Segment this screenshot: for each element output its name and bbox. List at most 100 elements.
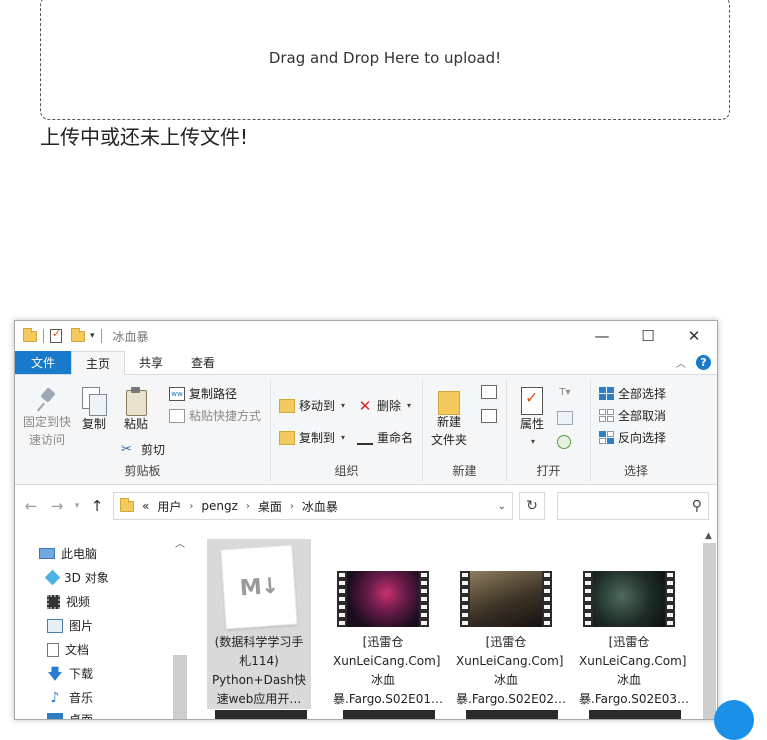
tab-home[interactable]: 主页 <box>71 351 126 375</box>
invert-selection-button[interactable]: 反向选择 <box>599 429 666 446</box>
up-arrow-icon[interactable]: ↑ <box>87 497 107 515</box>
dropdown-arrow-icon: ▾ <box>530 437 535 446</box>
new-group-label: 新建 <box>452 464 477 478</box>
nav-item-label: 3D 对象 <box>64 571 109 585</box>
nav-scrollbar[interactable] <box>173 655 187 719</box>
file-item[interactable]: [迅雷仓XunLeiCang.Com]冰血暴.Fargo.S02E01… <box>331 539 443 709</box>
dropdown-arrow-icon: ▾ <box>341 401 346 410</box>
file-name: [迅雷仓XunLeiCang.Com]冰血暴.Fargo.S02E02… <box>456 635 566 706</box>
organize-group-label: 组织 <box>334 464 359 478</box>
recent-locations-chevron-icon[interactable]: ▾ <box>73 501 81 511</box>
file-item[interactable]: [迅雷仓XunLeiCang.Com]冰血暴.Fargo.S02E03… <box>577 539 689 709</box>
folder-icon[interactable] <box>23 327 37 342</box>
invert-selection-label: 反向选择 <box>618 431 667 445</box>
breadcrumb-pengz[interactable]: pengz <box>201 499 238 513</box>
new-item-icon[interactable] <box>481 385 497 399</box>
paste-shortcut-button[interactable]: 粘贴快捷方式 <box>169 407 261 424</box>
nav-item-videos[interactable]: 视频 <box>47 593 90 610</box>
nav-item-this-pc[interactable]: 此电脑 <box>39 545 97 562</box>
paste-shortcut-label: 粘贴快捷方式 <box>189 409 262 423</box>
nav-item-music[interactable]: ♪ 音乐 <box>47 689 93 706</box>
select-group: 全部选择 全部取消 反向选择 选择 <box>591 379 681 481</box>
tab-view[interactable]: 查看 <box>177 351 229 374</box>
file-view[interactable]: M↓ (数据科学学习手札114) Python+Dash快速web应用开… [迅… <box>207 527 717 719</box>
forward-arrow-icon[interactable]: → <box>47 497 67 515</box>
copy-button[interactable]: 复制 <box>79 387 109 433</box>
cut-button[interactable]: ✂ 剪切 <box>121 441 165 458</box>
rename-icon <box>357 431 373 445</box>
paste-button[interactable]: 粘贴 <box>121 387 151 433</box>
select-none-button[interactable]: 全部取消 <box>599 407 666 424</box>
breadcrumb-current[interactable]: 冰血暴 <box>302 498 338 515</box>
move-to-icon <box>279 398 295 413</box>
copy-to-button[interactable]: 复制到 ▾ <box>279 429 345 446</box>
easy-access-icon[interactable] <box>481 409 497 423</box>
breadcrumb-desktop[interactable]: 桌面 <box>258 498 282 515</box>
help-icon[interactable]: ? <box>696 355 711 370</box>
chevron-right-icon[interactable]: › <box>246 501 250 512</box>
open-group-label: 打开 <box>536 464 561 478</box>
nav-item-pictures[interactable]: 图片 <box>47 617 93 634</box>
customize-toolbar-chevron-icon[interactable]: ▾ <box>90 331 95 341</box>
copy-icon <box>82 387 107 416</box>
open-icon[interactable]: T▾ <box>557 387 573 401</box>
collapse-ribbon-chevron-icon[interactable]: ︿ <box>676 355 686 370</box>
move-to-button[interactable]: 移动到 ▾ <box>279 397 345 414</box>
delete-button[interactable]: ✕ 删除 ▾ <box>357 397 411 414</box>
copy-path-icon: ww <box>169 386 185 401</box>
next-row-thumbnail[interactable] <box>466 710 558 719</box>
maximize-button[interactable]: ☐ <box>625 321 671 351</box>
select-group-label: 选择 <box>623 464 648 478</box>
nav-item-downloads[interactable]: 🡇 下载 <box>47 665 93 682</box>
tab-share[interactable]: 共享 <box>125 351 177 374</box>
dropdown-arrow-icon: ▾ <box>341 433 346 442</box>
select-all-button[interactable]: 全部选择 <box>599 385 666 402</box>
close-button[interactable]: ✕ <box>671 321 717 351</box>
content-scrollbar[interactable]: ▲ <box>702 527 717 719</box>
pin-to-quick-access-button[interactable]: 固定到快速访问 <box>21 387 73 449</box>
nav-item-desktop[interactable]: 桌面 <box>47 711 93 719</box>
search-input[interactable]: ⚲ <box>557 492 709 520</box>
refresh-button[interactable]: ↻ <box>519 492 545 520</box>
scroll-up-icon[interactable]: ▲ <box>705 531 712 541</box>
nav-item-label: 文档 <box>65 643 90 657</box>
chevron-right-icon[interactable]: › <box>290 501 294 512</box>
file-item[interactable]: [迅雷仓XunLeiCang.Com]冰血暴.Fargo.S02E02… <box>454 539 566 709</box>
navigation-pane[interactable]: ︿ 此电脑 3D 对象 视频 图片 文档 🡇 下载 ♪ 音乐 桌面 <box>15 527 193 719</box>
next-row-thumbnail[interactable] <box>215 710 307 719</box>
select-none-label: 全部取消 <box>618 409 667 423</box>
address-bar[interactable]: « 用户 › pengz › 桌面 › 冰血暴 ⌄ <box>113 492 513 520</box>
rename-button[interactable]: 重命名 <box>357 429 413 446</box>
nav-item-documents[interactable]: 文档 <box>47 641 89 658</box>
floating-action-button[interactable] <box>714 700 754 740</box>
breadcrumb-users[interactable]: 用户 <box>157 498 181 515</box>
new-folder-icon[interactable] <box>71 327 85 342</box>
properties-icon[interactable] <box>50 327 62 343</box>
minimize-button[interactable]: — <box>579 321 625 351</box>
file-item[interactable]: M↓ (数据科学学习手札114) Python+Dash快速web应用开… <box>207 539 311 709</box>
properties-button[interactable]: 属性 ▾ <box>515 387 549 451</box>
nav-item-3d-objects[interactable]: 3D 对象 <box>44 569 109 586</box>
copy-path-button[interactable]: ww 复制路径 <box>169 385 237 402</box>
video-thumbnail <box>583 571 675 627</box>
delete-x-icon: ✕ <box>358 396 372 415</box>
next-row-thumbnail[interactable] <box>589 710 681 719</box>
breadcrumb-overflow[interactable]: « <box>142 499 149 513</box>
next-row-thumbnail[interactable] <box>343 710 435 719</box>
scroll-thumb[interactable] <box>703 543 716 719</box>
nav-scroll-up-icon[interactable]: ︿ <box>175 535 185 550</box>
quick-access-toolbar: ▾ <box>15 327 105 343</box>
window-title: 冰血暴 <box>112 329 149 344</box>
back-arrow-icon[interactable]: ← <box>21 497 41 515</box>
address-history-chevron-icon[interactable]: ⌄ <box>498 501 506 512</box>
file-explorer-window[interactable]: ▾ 冰血暴 — ☐ ✕ 文件 主页 共享 查看 ︿ ? 固定到快速访问 复制 <box>14 320 718 720</box>
upload-dropzone[interactable]: Drag and Drop Here to upload! <box>40 0 730 120</box>
edit-icon[interactable] <box>557 411 573 425</box>
tab-file[interactable]: 文件 <box>15 351 71 374</box>
address-row: ← → ▾ ↑ « 用户 › pengz › 桌面 › 冰血暴 ⌄ ↻ ⚲ <box>15 485 717 527</box>
copy-label: 复制 <box>81 417 106 431</box>
new-folder-button[interactable]: 新建 文件夹 <box>429 387 469 449</box>
history-icon[interactable] <box>557 435 571 449</box>
scissors-icon: ✂ <box>121 441 132 457</box>
chevron-right-icon[interactable]: › <box>189 501 193 512</box>
